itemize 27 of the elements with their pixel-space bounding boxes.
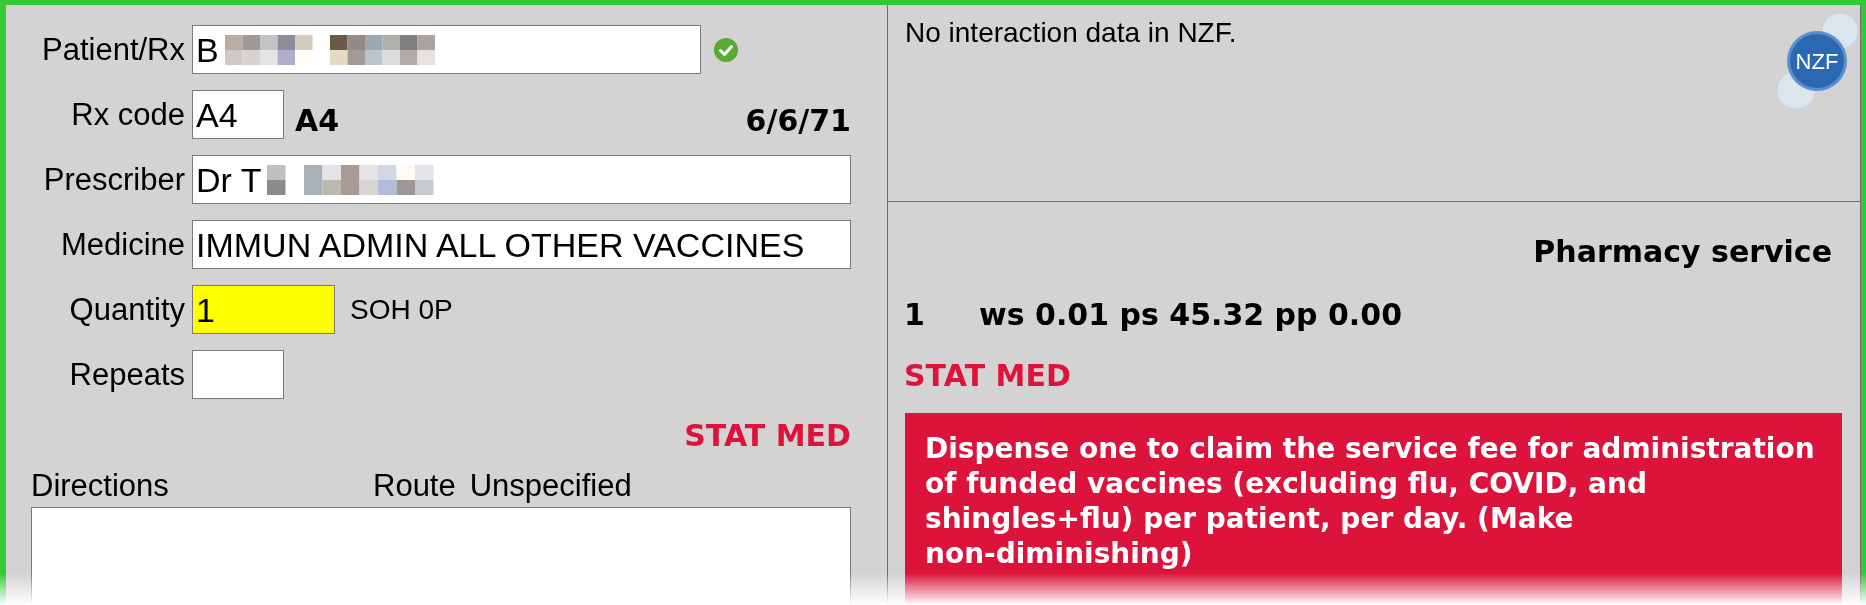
birth-date-text: 6/6/71 — [745, 102, 851, 139]
route-value: Unspecified — [469, 468, 632, 504]
quantity-text: 1 — [904, 297, 925, 332]
field-label: Prescriber — [43, 161, 185, 198]
stat-med-label: STAT MED — [904, 358, 1071, 394]
field-label: Medicine — [60, 226, 185, 263]
directions-label: Directions — [31, 468, 169, 503]
service-title: Pharmacy service — [1533, 234, 1832, 270]
quantity-field[interactable]: 1 — [192, 285, 335, 334]
logo: NZF — [1777, 12, 1859, 110]
field-label: Repeats — [69, 356, 185, 393]
prescriber-field[interactable]: Dr T — [192, 155, 851, 204]
rx-code-text: A4 — [295, 102, 340, 139]
interaction-message: No interaction data in NZF. — [905, 17, 1237, 49]
patient-rx-field[interactable]: B — [192, 25, 701, 74]
repeats-field[interactable] — [192, 350, 284, 399]
route-label: Route — [373, 468, 456, 504]
field-label: Quantity — [69, 291, 185, 328]
service-notice-banner: Dispense one to claim the service fee for administration of funded vaccines (excluding flu, COVID, and shingles+flu) per patient, per day. (Make non-diminishing) — [905, 413, 1842, 605]
directions-field[interactable] — [31, 507, 851, 605]
rx-code-field[interactable]: A4 — [192, 90, 284, 139]
price-summary: ws 0.01 ps 45.32 pp 0.00 — [979, 297, 1402, 333]
medicine-field[interactable]: IMMUN ADMIN ALL OTHER VACCINES — [192, 220, 851, 269]
field-label: Rx code — [71, 96, 185, 133]
stat-med-label: STAT MED — [684, 418, 851, 454]
field-label: Patient/Rx — [42, 31, 185, 68]
stock-on-hand-text: SOH 0P — [350, 292, 453, 327]
